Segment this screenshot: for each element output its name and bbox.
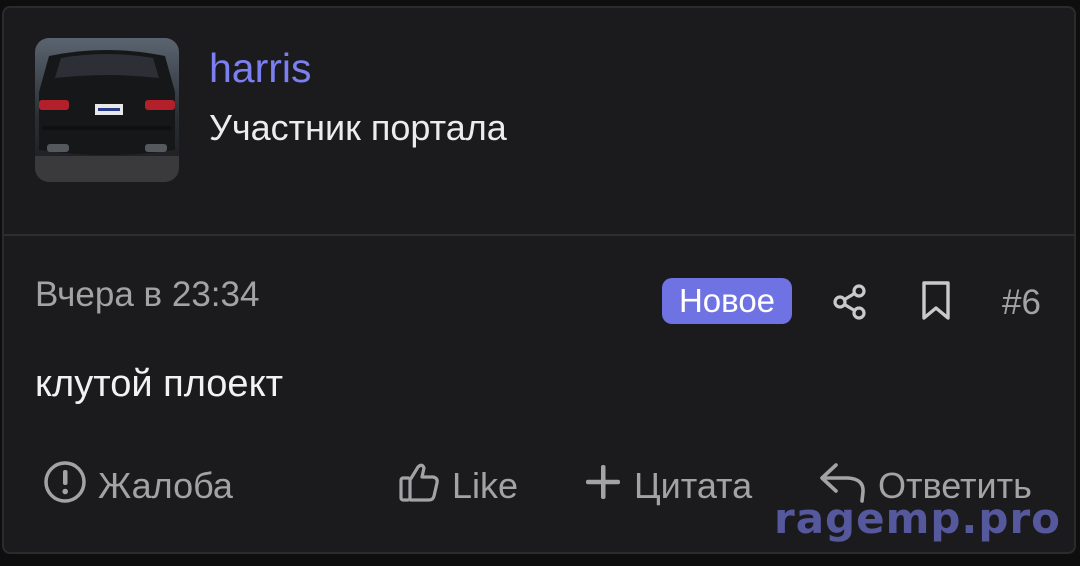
post-message: клутой плоект xyxy=(35,363,284,405)
forum-post-card: harris Участник портала Вчера в 23:34 Но… xyxy=(2,6,1076,554)
post-date[interactable]: Вчера в 23:34 xyxy=(35,274,259,316)
post-number-link[interactable]: #6 xyxy=(1002,282,1041,324)
user-title: Участник портала xyxy=(209,107,507,148)
author-block: harris Участник портала xyxy=(4,8,1074,236)
report-button[interactable]: Жалоба xyxy=(42,460,233,512)
share-icon[interactable] xyxy=(830,282,870,322)
like-label: Like xyxy=(452,465,519,506)
report-label: Жалоба xyxy=(98,465,233,506)
new-badge: Новое xyxy=(662,278,792,324)
plus-icon xyxy=(582,461,624,512)
exclamation-circle-icon xyxy=(42,459,88,514)
watermark-logo: ragemp.pro xyxy=(774,494,1062,543)
divider xyxy=(4,234,1074,236)
avatar[interactable] xyxy=(35,38,179,182)
username[interactable]: harris xyxy=(209,44,312,93)
bookmark-icon[interactable] xyxy=(916,280,956,322)
thumbs-up-icon xyxy=(396,459,442,514)
like-button[interactable]: Like xyxy=(396,460,518,512)
quote-label: Цитата xyxy=(634,465,753,506)
quote-button[interactable]: Цитата xyxy=(582,460,752,512)
